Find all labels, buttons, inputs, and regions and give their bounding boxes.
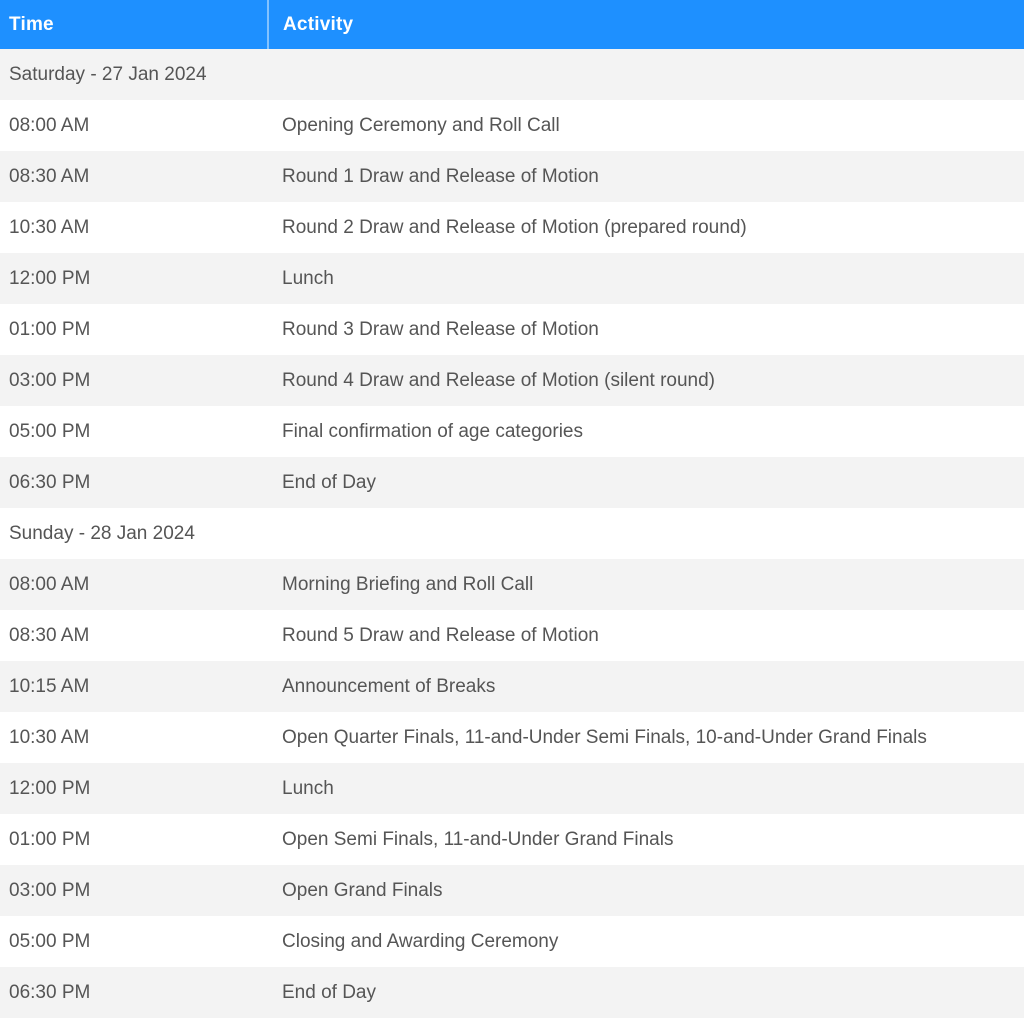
activity-cell: Round 4 Draw and Release of Motion (sile… xyxy=(268,355,1024,406)
activity-cell: End of Day xyxy=(268,457,1024,508)
table-row: 03:00 PM Round 4 Draw and Release of Mot… xyxy=(0,355,1024,406)
date-cell: Saturday - 27 Jan 2024 xyxy=(0,49,1024,100)
time-cell: 12:00 PM xyxy=(0,253,268,304)
activity-cell: Opening Ceremony and Roll Call xyxy=(268,100,1024,151)
activity-cell: Round 5 Draw and Release of Motion xyxy=(268,610,1024,661)
activity-cell: Round 3 Draw and Release of Motion xyxy=(268,304,1024,355)
time-cell: 03:00 PM xyxy=(0,355,268,406)
activity-cell: Open Grand Finals xyxy=(268,865,1024,916)
table-row: 05:00 PM Closing and Awarding Ceremony xyxy=(0,916,1024,967)
time-cell: 01:00 PM xyxy=(0,304,268,355)
time-cell: 05:00 PM xyxy=(0,916,268,967)
activity-cell: Announcement of Breaks xyxy=(268,661,1024,712)
table-row: 01:00 PM Open Semi Finals, 11-and-Under … xyxy=(0,814,1024,865)
table-row: 06:30 PM End of Day xyxy=(0,967,1024,1018)
time-cell: 08:00 AM xyxy=(0,100,268,151)
date-cell: Sunday - 28 Jan 2024 xyxy=(0,508,1024,559)
activity-cell: Closing and Awarding Ceremony xyxy=(268,916,1024,967)
date-row-saturday: Saturday - 27 Jan 2024 xyxy=(0,49,1024,100)
table-row: 06:30 PM End of Day xyxy=(0,457,1024,508)
activity-cell: Lunch xyxy=(268,253,1024,304)
activity-cell: End of Day xyxy=(268,967,1024,1018)
activity-cell: Open Semi Finals, 11-and-Under Grand Fin… xyxy=(268,814,1024,865)
table-header: Time Activity xyxy=(0,0,1024,49)
table-row: 12:00 PM Lunch xyxy=(0,763,1024,814)
activity-cell: Lunch xyxy=(268,763,1024,814)
table-row: 10:30 AM Open Quarter Finals, 11-and-Und… xyxy=(0,712,1024,763)
header-row: Time Activity xyxy=(0,0,1024,49)
time-cell: 12:00 PM xyxy=(0,763,268,814)
table-row: 10:30 AM Round 2 Draw and Release of Mot… xyxy=(0,202,1024,253)
activity-cell: Round 1 Draw and Release of Motion xyxy=(268,151,1024,202)
schedule-table: Time Activity Saturday - 27 Jan 2024 08:… xyxy=(0,0,1024,1018)
activity-cell: Open Quarter Finals, 11-and-Under Semi F… xyxy=(268,712,1024,763)
time-cell: 10:30 AM xyxy=(0,712,268,763)
time-cell: 08:30 AM xyxy=(0,610,268,661)
time-cell: 10:15 AM xyxy=(0,661,268,712)
table-row: 05:00 PM Final confirmation of age categ… xyxy=(0,406,1024,457)
activity-cell: Final confirmation of age categories xyxy=(268,406,1024,457)
table-row: 10:15 AM Announcement of Breaks xyxy=(0,661,1024,712)
table-body: Saturday - 27 Jan 2024 08:00 AM Opening … xyxy=(0,49,1024,1018)
time-cell: 10:30 AM xyxy=(0,202,268,253)
time-cell: 03:00 PM xyxy=(0,865,268,916)
time-cell: 06:30 PM xyxy=(0,457,268,508)
time-cell: 08:00 AM xyxy=(0,559,268,610)
activity-cell: Round 2 Draw and Release of Motion (prep… xyxy=(268,202,1024,253)
time-cell: 08:30 AM xyxy=(0,151,268,202)
table-row: 12:00 PM Lunch xyxy=(0,253,1024,304)
table-row: 03:00 PM Open Grand Finals xyxy=(0,865,1024,916)
table-row: 08:30 AM Round 1 Draw and Release of Mot… xyxy=(0,151,1024,202)
table-row: 08:00 AM Morning Briefing and Roll Call xyxy=(0,559,1024,610)
activity-cell: Morning Briefing and Roll Call xyxy=(268,559,1024,610)
column-header-time: Time xyxy=(0,0,268,49)
date-row-sunday: Sunday - 28 Jan 2024 xyxy=(0,508,1024,559)
table-row: 08:30 AM Round 5 Draw and Release of Mot… xyxy=(0,610,1024,661)
time-cell: 05:00 PM xyxy=(0,406,268,457)
table-row: 08:00 AM Opening Ceremony and Roll Call xyxy=(0,100,1024,151)
column-header-activity: Activity xyxy=(268,0,1024,49)
time-cell: 01:00 PM xyxy=(0,814,268,865)
table-row: 01:00 PM Round 3 Draw and Release of Mot… xyxy=(0,304,1024,355)
time-cell: 06:30 PM xyxy=(0,967,268,1018)
